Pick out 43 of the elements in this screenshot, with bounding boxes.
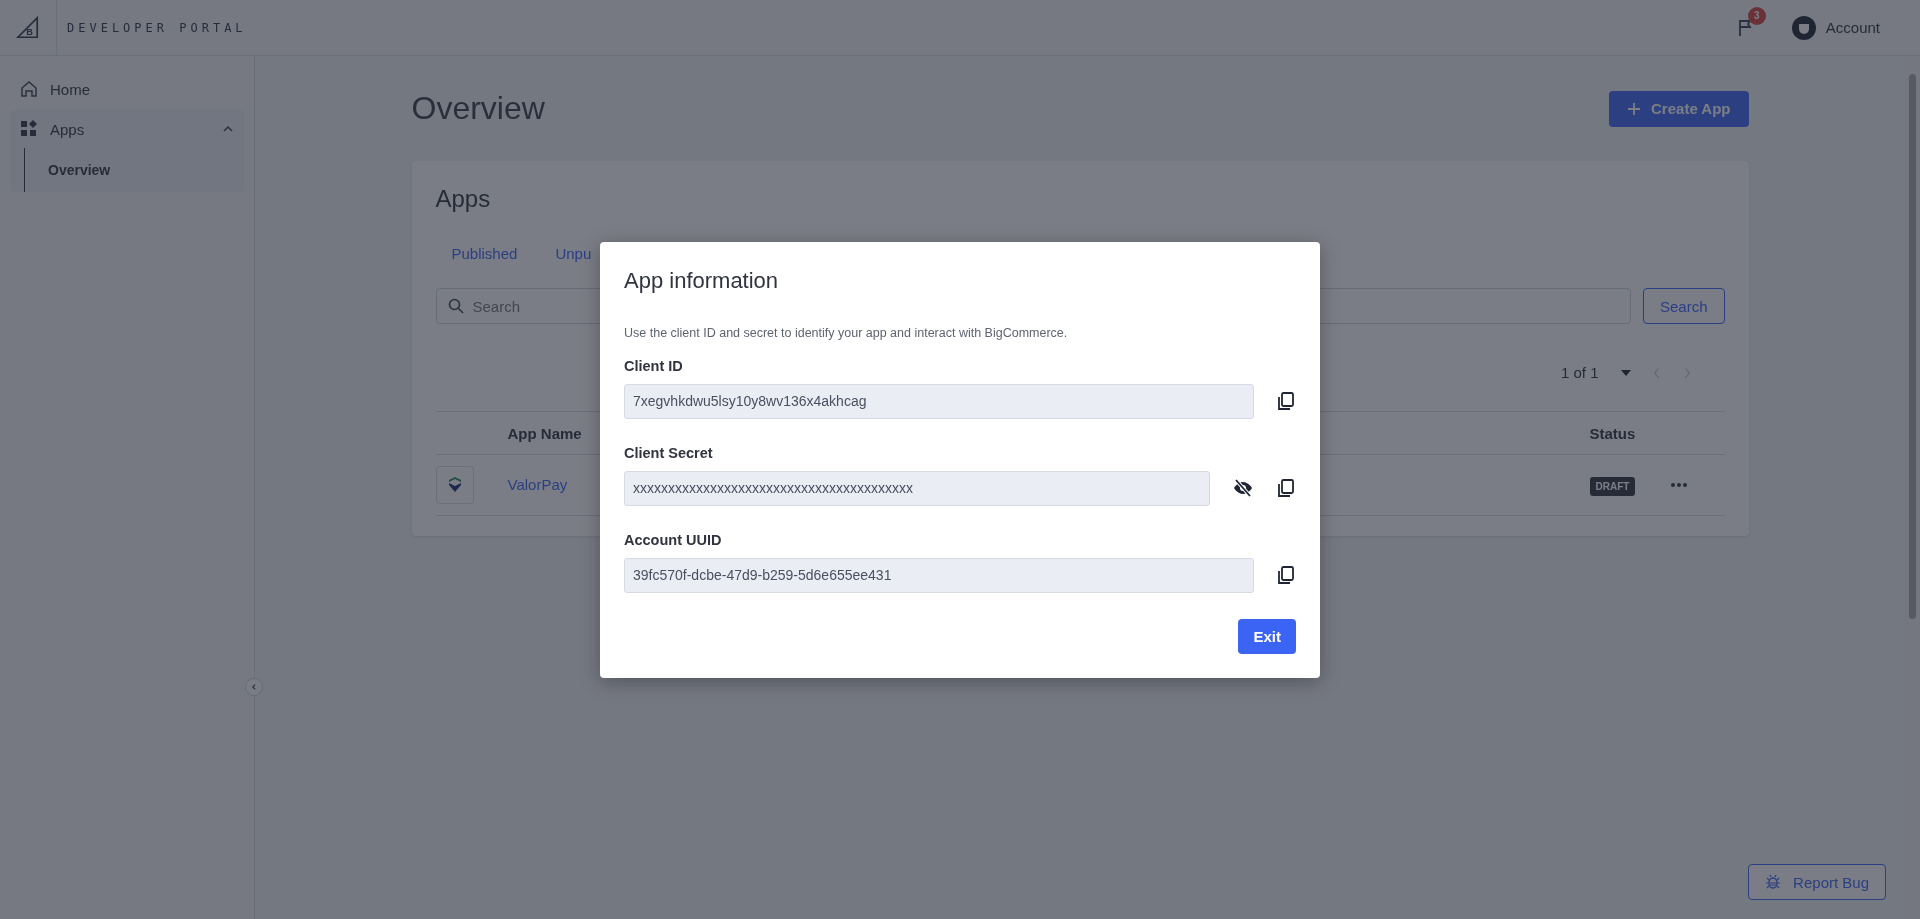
avatar-icon <box>1791 15 1816 40</box>
card-title: Apps <box>435 185 492 213</box>
bug-icon <box>1765 874 1782 890</box>
dialog-description: Use the client ID and secret to identify your app and interact with BigCommerce. <box>624 325 1069 340</box>
report-bug-button[interactable]: Report Bug <box>1748 864 1886 900</box>
nav-item[interactable]: Home <box>10 70 244 108</box>
nav-subitem[interactable]: Overview <box>25 156 111 184</box>
copy-icon[interactable] <box>1276 565 1296 585</box>
page-indicator: 1 of 1 <box>1560 364 1599 381</box>
page-title: Overview <box>411 90 545 127</box>
collapse-button[interactable] <box>245 678 263 696</box>
status-badge: DRAFT <box>1589 477 1636 496</box>
logo-icon: B <box>16 15 40 40</box>
field-label: Client ID <box>624 357 684 374</box>
create-app-button[interactable]: Create App <box>1609 90 1749 127</box>
input-field[interactable]: 39fc570f-dcbe-47d9-b259-5d6e655ee431 <box>624 557 1254 593</box>
nav-item[interactable]: Apps <box>10 110 244 148</box>
account-menu[interactable]: Account <box>1791 15 1880 40</box>
column-header: Status <box>1589 424 1637 442</box>
search-button[interactable]: Search <box>1642 288 1725 324</box>
grid-icon <box>20 120 38 138</box>
tab[interactable]: Published <box>435 239 534 268</box>
shield-icon <box>446 476 463 494</box>
tab[interactable]: Unpu <box>539 239 608 268</box>
field-label: Client Secret <box>624 444 714 461</box>
exit-button[interactable]: Exit <box>1238 618 1296 654</box>
chevron-up-icon <box>222 124 234 134</box>
brand-title: DEVELOPER PORTAL <box>67 20 247 35</box>
copy-icon[interactable] <box>1276 391 1296 411</box>
more-icon[interactable] <box>1669 482 1688 488</box>
column-header: App Name <box>507 424 583 442</box>
chevron-left-icon <box>250 683 258 691</box>
home-icon <box>20 80 38 98</box>
eye-slash-icon[interactable] <box>1232 478 1254 498</box>
plus-icon <box>1627 101 1642 116</box>
field-label: Account UUID <box>624 531 723 548</box>
notification-count: 3 <box>1747 6 1766 25</box>
app-name-link[interactable]: ValorPay <box>507 476 568 493</box>
copy-icon[interactable] <box>1276 478 1296 498</box>
dialog-title: App information <box>624 267 780 294</box>
dropdown-caret-icon[interactable] <box>1620 369 1631 376</box>
input-field[interactable]: xxxxxxxxxxxxxxxxxxxxxxxxxxxxxxxxxxxxxxxx <box>624 470 1210 506</box>
input-field[interactable]: 7xegvhkdwu5lsy10y8wv136x4akhcag <box>624 383 1254 419</box>
